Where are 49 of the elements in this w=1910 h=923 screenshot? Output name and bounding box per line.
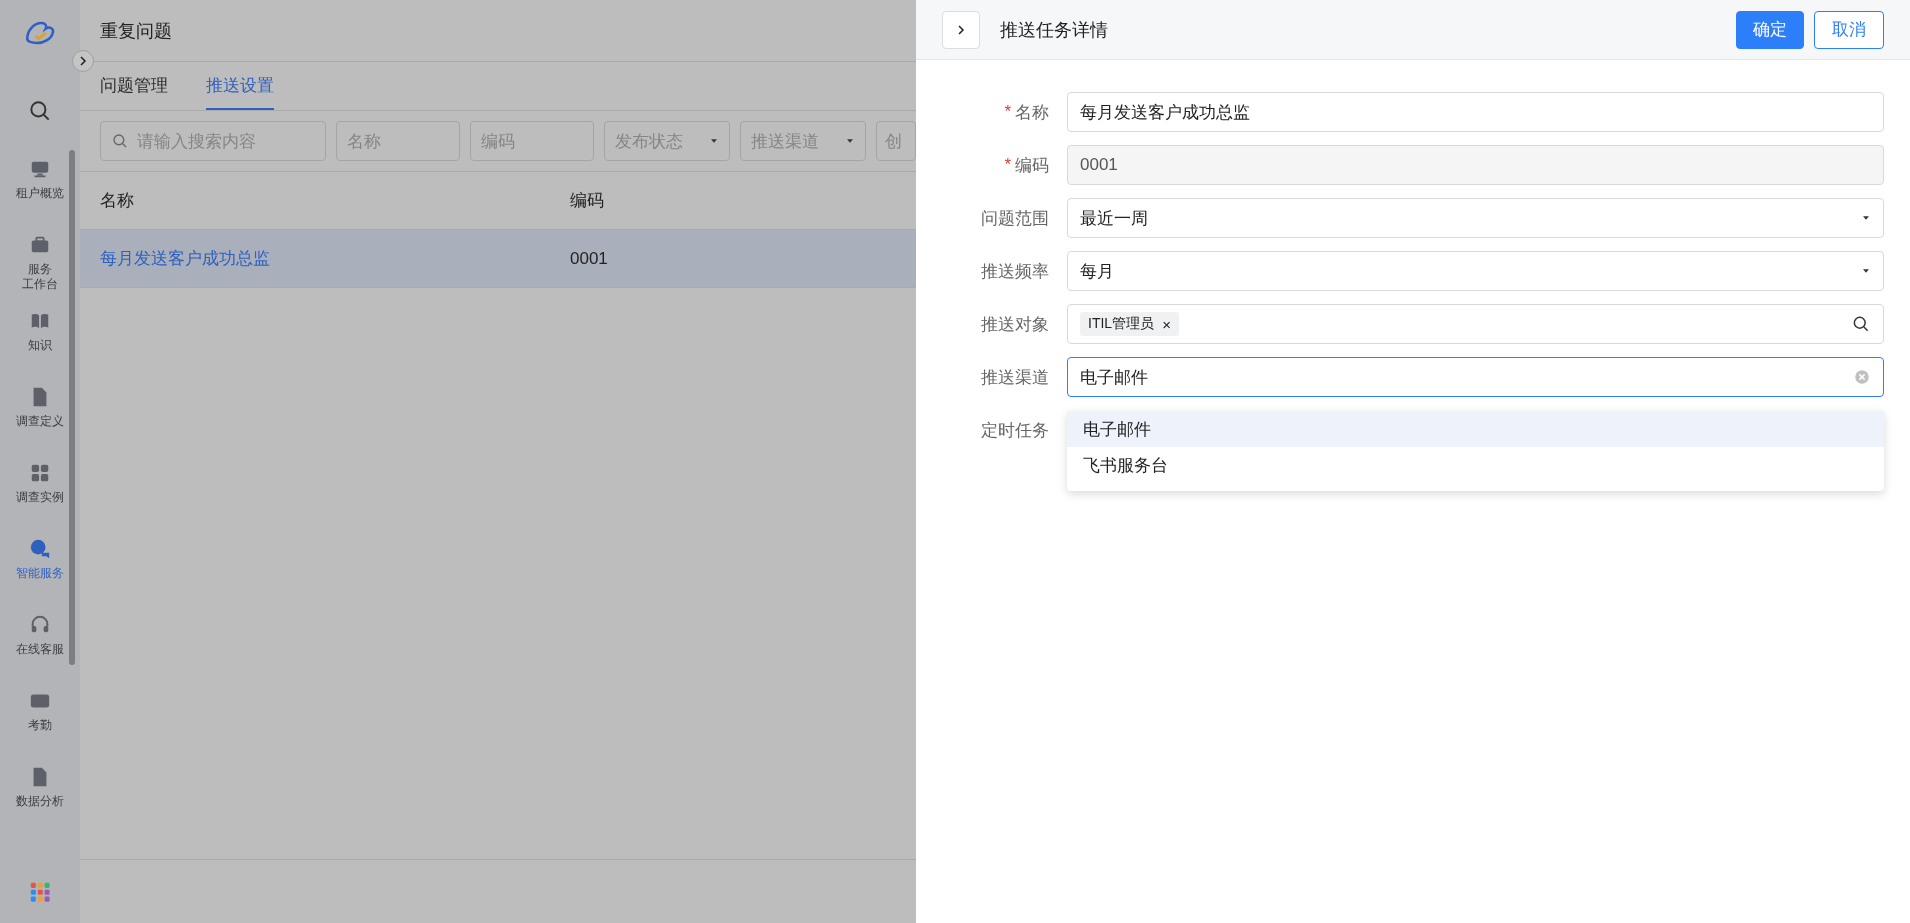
tab[interactable]: 问题管理	[100, 74, 168, 110]
select-field[interactable]: 电子邮件	[1067, 357, 1884, 397]
column-header: 名称	[99, 190, 135, 212]
chevron-right-icon	[77, 55, 89, 67]
sidebar-item[interactable]: 考勤	[8, 678, 72, 754]
page-title: 重复问题	[100, 19, 172, 43]
field-label: 编码	[1015, 154, 1049, 177]
sidebar-item[interactable]: 调查实例	[8, 450, 72, 526]
field-label: 问题范围	[981, 207, 1049, 230]
table-cell: 0001	[570, 248, 608, 268]
search-icon	[111, 132, 129, 150]
dropdown-option[interactable]: 电子邮件	[1067, 411, 1884, 447]
search-icon	[1851, 314, 1871, 334]
remove-tag-button[interactable]: ×	[1162, 315, 1171, 333]
select-field[interactable]: 最近一周	[1067, 198, 1884, 238]
field-label: 推送渠道	[981, 366, 1049, 389]
grid-icon	[29, 462, 51, 484]
select-field[interactable]: 每月	[1067, 251, 1884, 291]
expand-button[interactable]	[72, 50, 94, 72]
tag-field[interactable]: ITIL管理员 ×	[1067, 304, 1884, 344]
sidebar-item[interactable]: 数据分析	[8, 754, 72, 830]
field-label: 推送频率	[981, 260, 1049, 283]
required-asterisk: *	[1004, 102, 1011, 122]
confirm-button[interactable]: 确定	[1736, 10, 1804, 49]
tab[interactable]: 推送设置	[206, 74, 274, 110]
tag-label: ITIL管理员	[1088, 315, 1155, 333]
field-label: 名称	[1015, 101, 1049, 124]
sidebar-item[interactable]: 调查定义	[8, 374, 72, 450]
table-row[interactable]: 每月发送客户成功总监 0001	[80, 230, 916, 288]
input-field: 0001	[1067, 145, 1884, 185]
scrollbar[interactable]	[69, 150, 75, 665]
collapse-button[interactable]	[942, 10, 980, 49]
sidebar-item[interactable]: 租户概览	[8, 146, 72, 222]
sidebar-item[interactable]: 知识	[8, 298, 72, 374]
app-grid-icon	[29, 881, 51, 903]
input-field[interactable]: 每月发送客户成功总监	[1067, 92, 1884, 132]
cancel-button[interactable]: 取消	[1814, 10, 1884, 49]
field-label: 推送对象	[981, 313, 1049, 336]
field-label: 定时任务	[981, 419, 1049, 442]
sidebar-item[interactable]: 智能服务	[8, 526, 72, 602]
dropdown-option[interactable]: 飞书服务台	[1067, 447, 1884, 483]
sidebar-item[interactable]: 在线客服	[8, 602, 72, 678]
column-header: 编码	[569, 190, 604, 212]
sidebar-item[interactable]: 服务 工作台	[8, 222, 72, 298]
clear-icon	[1853, 368, 1871, 386]
required-asterisk: *	[1004, 155, 1011, 175]
record-link[interactable]: 每月发送客户成功总监	[100, 249, 270, 268]
chevron-right-icon	[955, 23, 967, 36]
drawer-title: 推送任务详情	[1000, 18, 1109, 42]
